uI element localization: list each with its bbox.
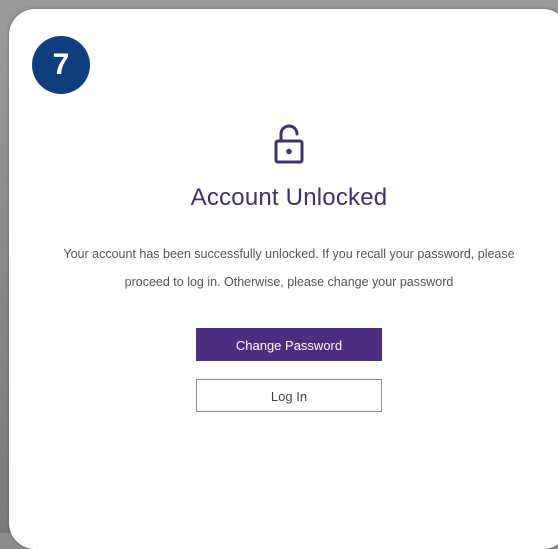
- step-number-badge: 7: [32, 36, 90, 94]
- page-title: Account Unlocked: [190, 184, 388, 211]
- unlock-message: Your account has been successfully unloc…: [0, 240, 558, 296]
- screenshot-frame: 7 Account Unlocked Your account has been…: [0, 0, 558, 549]
- unlock-message-line-2: proceed to log in. Otherwise, please cha…: [124, 275, 454, 289]
- log-in-button[interactable]: Log In: [196, 379, 382, 412]
- change-password-button[interactable]: Change Password: [196, 328, 382, 361]
- unlock-message-line-1: Your account has been successfully unloc…: [63, 247, 515, 261]
- unlocked-padlock-icon: [274, 124, 304, 164]
